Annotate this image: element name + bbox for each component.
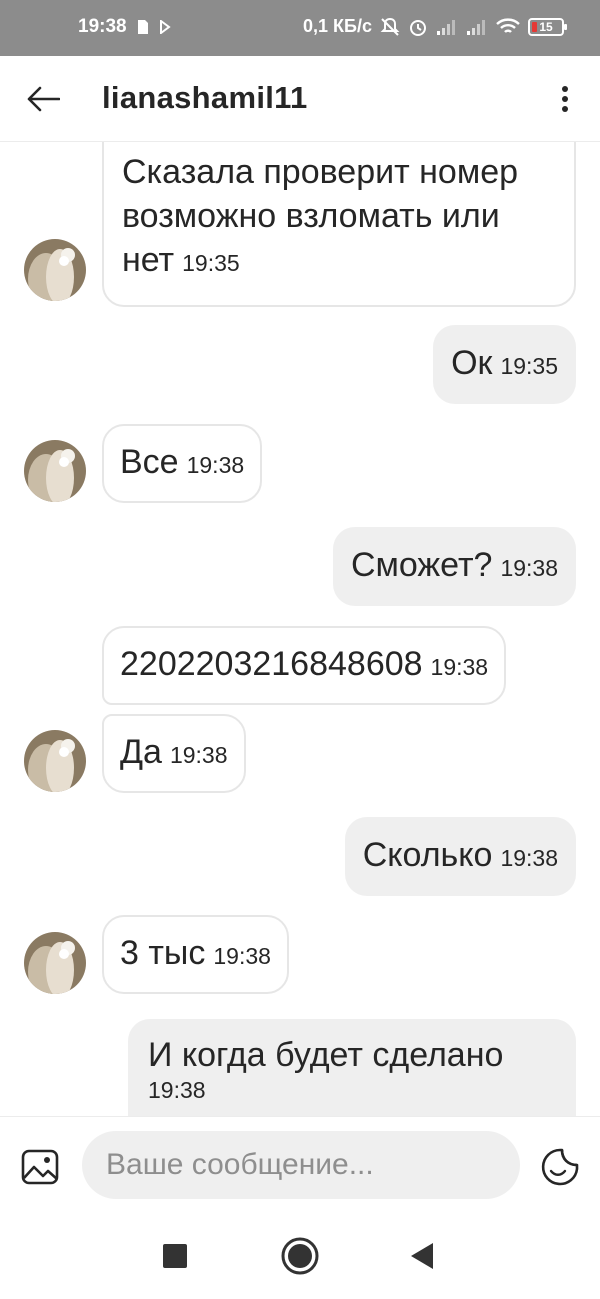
message-time: 19:38 (213, 943, 271, 969)
chat-header: lianashamil11 (0, 56, 600, 142)
play-icon (159, 20, 171, 34)
status-bar-right: 0,1 КБ/с 15 (303, 16, 567, 37)
more-options-button[interactable] (550, 78, 580, 120)
message-time: 19:35 (500, 353, 558, 379)
recent-apps-button[interactable] (155, 1236, 195, 1276)
home-button[interactable] (280, 1236, 320, 1276)
status-bar: 19:38 0,1 КБ/с 15 (0, 0, 600, 56)
message-time: 19:35 (182, 250, 240, 276)
sticker-button[interactable] (540, 1147, 580, 1187)
message-time: 19:38 (500, 555, 558, 581)
message-time: 19:38 (169, 742, 228, 768)
message-text: 3 тыс (120, 934, 206, 972)
battery-level: 15 (539, 19, 553, 34)
avatar[interactable] (24, 730, 86, 792)
home-icon (281, 1237, 319, 1275)
message-bubble-incoming[interactable]: 2202203216848608 19:38 (102, 626, 507, 705)
message-text: Все (120, 443, 179, 481)
battery-icon: 15 (528, 17, 567, 36)
gallery-button[interactable] (20, 1147, 60, 1187)
back-arrow-icon (27, 86, 60, 112)
sim-icon (137, 19, 149, 35)
message-bubble-incoming[interactable]: Сказала проверит номер возможно взломать… (102, 142, 576, 307)
message-bubble-outgoing[interactable]: И когда будет сделано 19:38 (128, 1019, 576, 1116)
message-bubble-incoming[interactable]: 3 тыс 19:38 (102, 915, 289, 994)
message-bubble-outgoing[interactable]: Сможет? 19:38 (332, 527, 576, 606)
wifi-icon (496, 17, 520, 36)
message-input[interactable] (82, 1131, 520, 1199)
message-bubble-outgoing[interactable]: Ок 19:35 (433, 325, 576, 404)
message-bubble-incoming[interactable]: Да 19:38 (102, 714, 246, 793)
avatar[interactable] (24, 932, 86, 994)
system-navigation-bar (0, 1212, 600, 1299)
network-speed: 0,1 КБ/с (303, 16, 372, 36)
recent-apps-icon (163, 1244, 187, 1268)
mute-icon (380, 17, 400, 37)
message-text: Сколько (362, 836, 493, 874)
nav-back-button[interactable] (402, 1236, 442, 1276)
more-vertical-icon (562, 86, 568, 112)
message-bubble-outgoing[interactable]: Сколько 19:38 (344, 817, 576, 896)
signal-icon (466, 18, 488, 36)
message-text: Ок (451, 344, 493, 382)
message-bubble-incoming[interactable]: Все 19:38 (102, 424, 263, 503)
avatar[interactable] (24, 239, 86, 301)
message-time: 19:38 (430, 654, 489, 680)
message-time: 19:38 (186, 452, 245, 478)
message-composer (0, 1116, 600, 1212)
message-text: Да (120, 733, 162, 771)
alarm-icon (408, 17, 428, 37)
signal-icon (436, 18, 458, 36)
gallery-icon (21, 1149, 59, 1185)
message-time: 19:38 (148, 1077, 206, 1103)
message-time: 19:38 (500, 845, 558, 871)
status-time: 19:38 (78, 16, 127, 37)
sticker-icon (541, 1148, 579, 1186)
message-list[interactable]: Сказала проверит номер возможно взломать… (0, 142, 600, 1116)
message-text: Сможет? (350, 546, 493, 584)
avatar[interactable] (24, 440, 86, 502)
status-bar-left: 19:38 (78, 16, 171, 38)
message-text: 2202203216848608 (120, 645, 423, 683)
chat-title[interactable]: lianashamil11 (102, 80, 308, 116)
message-text: И когда будет сделано (148, 1036, 504, 1074)
back-button[interactable] (22, 78, 64, 120)
back-icon (411, 1243, 433, 1269)
